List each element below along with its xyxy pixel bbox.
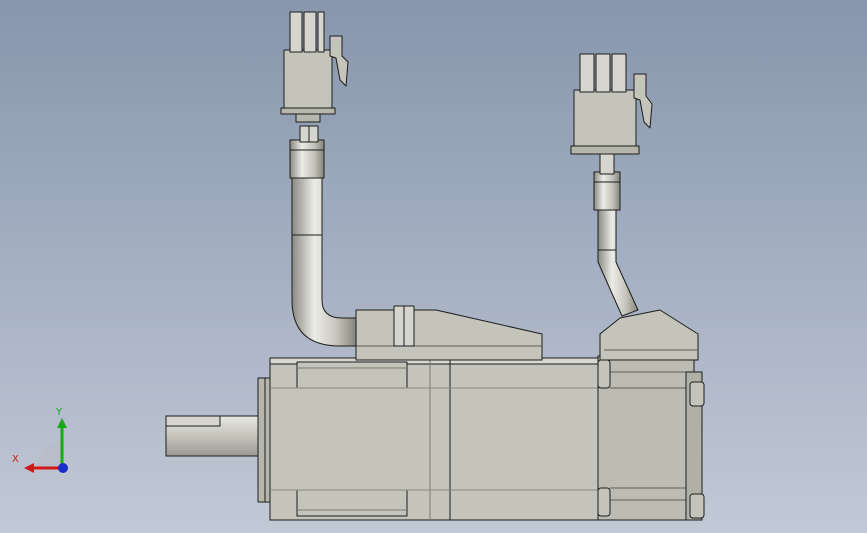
motor-body	[269, 357, 601, 521]
graphics-viewport[interactable]: Y X	[0, 0, 867, 533]
encoder-connector-plug	[570, 53, 653, 155]
x-axis-label: X	[12, 454, 19, 465]
y-axis-label: Y	[56, 407, 63, 418]
power-connector-plug	[280, 11, 349, 123]
power-connector-boss	[355, 305, 543, 361]
y-axis-arrow-head	[57, 418, 67, 428]
encoder-connector-boss	[599, 309, 699, 361]
encoder-cable	[593, 151, 639, 317]
orientation-triad[interactable]: Y X	[12, 408, 82, 480]
x-axis-arrow-head	[24, 463, 34, 473]
power-cable	[289, 125, 357, 347]
triad-plane-indicator	[36, 442, 62, 468]
z-axis-indicator	[58, 463, 68, 473]
servo-motor-model[interactable]	[0, 0, 867, 533]
encoder-housing	[597, 355, 705, 521]
motor-shaft	[165, 415, 267, 457]
